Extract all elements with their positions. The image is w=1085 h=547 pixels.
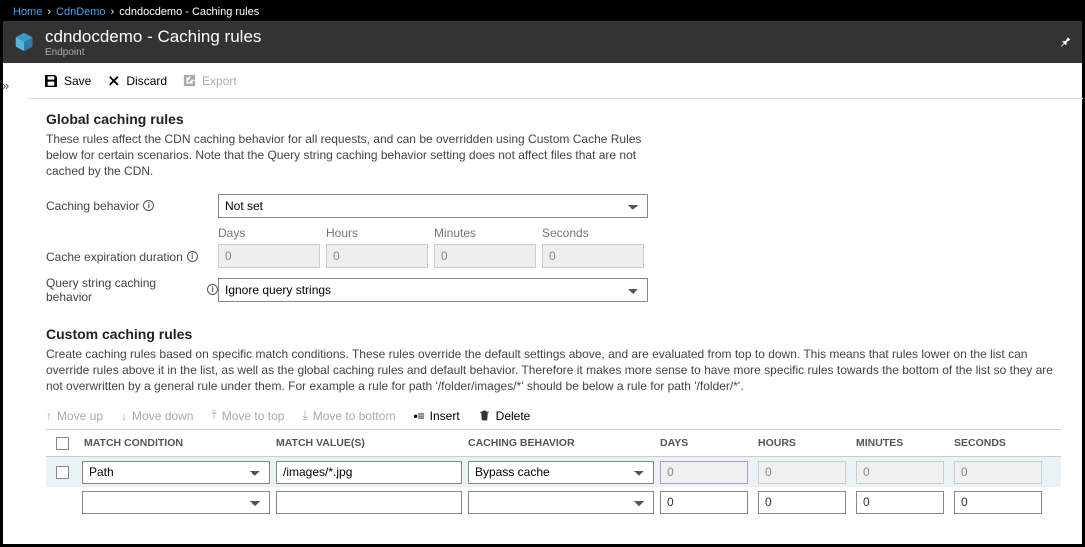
- col-seconds: SECONDS: [954, 437, 1052, 449]
- row-hours-input[interactable]: [758, 491, 846, 514]
- row-caching-behavior-select[interactable]: [468, 491, 654, 514]
- query-string-label: Query string caching behavior i: [46, 276, 218, 304]
- row-seconds-input[interactable]: [954, 491, 1042, 514]
- table-header: MATCH CONDITION MATCH VALUE(S) CACHING B…: [46, 429, 1061, 457]
- query-string-select[interactable]: Ignore query strings: [218, 278, 648, 302]
- col-caching-behavior: CACHING BEHAVIOR: [468, 437, 660, 449]
- hours-input: [326, 244, 428, 268]
- info-icon[interactable]: i: [143, 200, 154, 211]
- trash-icon: [478, 409, 491, 422]
- expand-sidebar-icon[interactable]: »: [2, 78, 16, 92]
- row-hours-input: [758, 461, 846, 484]
- page-subtitle: Endpoint: [45, 47, 1058, 58]
- info-icon[interactable]: i: [207, 284, 218, 295]
- breadcrumb: Home › CdnDemo › cdndocdemo - Caching ru…: [3, 3, 1082, 21]
- cache-expiration-label: Cache expiration duration i: [46, 250, 218, 268]
- row-caching-behavior-select[interactable]: Bypass cache: [468, 461, 654, 484]
- command-bar: Save Discard Export: [28, 63, 1083, 99]
- breadcrumb-sep: ›: [111, 6, 115, 18]
- row-checkbox[interactable]: [56, 466, 69, 479]
- move-up-button[interactable]: ↑Move up: [46, 409, 103, 423]
- insert-icon: •≡: [413, 409, 424, 423]
- table-row: Path Bypass cache: [46, 457, 1061, 487]
- global-rules-desc: These rules affect the CDN caching behav…: [46, 131, 666, 180]
- row-minutes-input[interactable]: [856, 491, 944, 514]
- match-value-input[interactable]: [276, 461, 462, 484]
- minutes-header: Minutes: [434, 226, 536, 244]
- caching-behavior-select[interactable]: Not set: [218, 194, 648, 218]
- row-seconds-input: [954, 461, 1042, 484]
- page-title: cdndocdemo - Caching rules: [45, 27, 1058, 47]
- custom-rules-desc: Create caching rules based on specific m…: [46, 346, 1061, 395]
- caching-behavior-label: Caching behavior i: [46, 199, 218, 213]
- arrow-down-icon: ↓: [121, 409, 127, 423]
- seconds-input: [542, 244, 644, 268]
- move-bottom-button[interactable]: ⤓Move to bottom: [302, 408, 395, 423]
- discard-label: Discard: [126, 74, 167, 88]
- row-minutes-input: [856, 461, 944, 484]
- breadcrumb-profile[interactable]: CdnDemo: [56, 6, 106, 18]
- arrow-top-icon: ⤒: [211, 408, 216, 423]
- select-all-checkbox[interactable]: [56, 437, 69, 450]
- table-row: [46, 487, 1061, 517]
- save-button[interactable]: Save: [43, 73, 91, 89]
- global-rules-heading: Global caching rules: [46, 111, 1061, 127]
- discard-button[interactable]: Discard: [106, 73, 167, 88]
- export-button[interactable]: Export: [182, 73, 237, 88]
- titlebar: cdndocdemo - Caching rules Endpoint: [3, 21, 1082, 63]
- hours-header: Hours: [326, 226, 428, 244]
- rules-toolbar: ↑Move up ↓Move down ⤒Move to top ⤓Move t…: [46, 408, 1061, 423]
- info-icon[interactable]: i: [187, 251, 198, 262]
- save-label: Save: [64, 74, 91, 88]
- days-input: [218, 244, 320, 268]
- col-days: DAYS: [660, 437, 758, 449]
- endpoint-icon: [13, 31, 35, 53]
- move-down-button[interactable]: ↓Move down: [121, 409, 193, 423]
- custom-rules-heading: Custom caching rules: [46, 326, 1061, 342]
- col-match-values: MATCH VALUE(S): [276, 437, 468, 449]
- rules-table: MATCH CONDITION MATCH VALUE(S) CACHING B…: [46, 429, 1061, 517]
- insert-button[interactable]: •≡Insert: [413, 409, 459, 423]
- move-top-button[interactable]: ⤒Move to top: [211, 408, 284, 423]
- breadcrumb-current: cdndocdemo - Caching rules: [119, 6, 259, 18]
- row-days-input[interactable]: [660, 491, 748, 514]
- col-hours: HOURS: [758, 437, 856, 449]
- pin-icon[interactable]: [1058, 35, 1072, 49]
- seconds-header: Seconds: [542, 226, 644, 244]
- match-condition-select[interactable]: Path: [82, 461, 270, 484]
- match-condition-select[interactable]: [82, 491, 270, 514]
- days-header: Days: [218, 226, 320, 244]
- save-icon: [43, 73, 59, 89]
- discard-icon: [106, 73, 121, 88]
- export-label: Export: [202, 74, 237, 88]
- col-match-condition: MATCH CONDITION: [78, 437, 276, 449]
- delete-button[interactable]: Delete: [478, 409, 531, 423]
- row-days-input: [660, 461, 748, 484]
- col-minutes: MINUTES: [856, 437, 954, 449]
- arrow-up-icon: ↑: [46, 409, 52, 423]
- match-value-input[interactable]: [276, 491, 462, 514]
- minutes-input: [434, 244, 536, 268]
- breadcrumb-sep: ›: [47, 6, 51, 18]
- export-icon: [182, 73, 197, 88]
- breadcrumb-home[interactable]: Home: [13, 6, 42, 18]
- arrow-bottom-icon: ⤓: [302, 408, 307, 423]
